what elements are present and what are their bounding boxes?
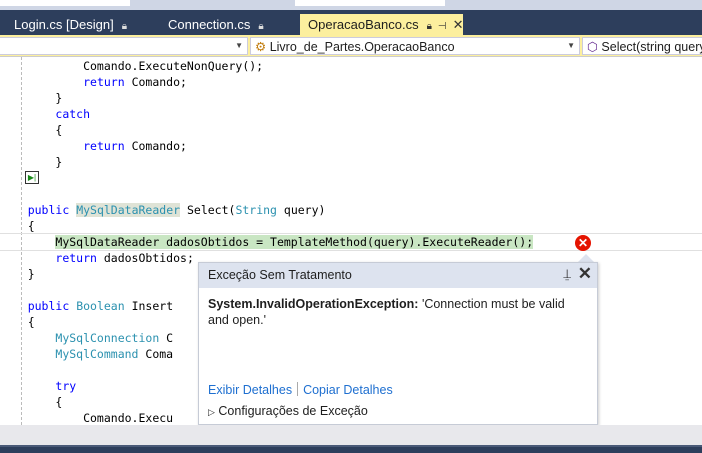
close-icon[interactable]: ✕ <box>453 17 464 32</box>
code-token: return <box>83 75 125 89</box>
code-token: } <box>0 267 35 281</box>
exception-message: System.InvalidOperationException: 'Conne… <box>199 288 597 328</box>
class-icon: ⚙ <box>255 40 267 54</box>
exception-type: System.InvalidOperationException: <box>208 297 419 311</box>
divider <box>297 382 299 396</box>
code-line: } <box>0 170 702 186</box>
tab-login-design[interactable]: Login.cs [Design] 🔒︎ <box>4 14 154 35</box>
code-token: MySqlConnection <box>55 331 160 345</box>
code-token: C <box>159 331 174 345</box>
member-dropdown[interactable]: ⬡ Select(string query) <box>582 37 702 55</box>
code-token: Coma <box>138 347 174 361</box>
code-token: } <box>0 91 63 105</box>
code-token: Comando.ExecuteNonQuery(); <box>0 59 264 73</box>
view-details-link[interactable]: Exibir Detalhes <box>208 383 292 397</box>
code-token: Comando; <box>124 75 187 89</box>
expand-triangle-icon: ▷ <box>208 407 215 417</box>
status-bar <box>0 445 702 453</box>
code-token: Insert <box>124 299 174 313</box>
tab-label: OperacaoBanco.cs <box>308 17 419 32</box>
code-token: MySqlDataReader <box>55 235 160 249</box>
code-line: { <box>0 218 702 234</box>
exception-title: Exceção Sem Tratamento <box>208 268 352 282</box>
chevron-down-icon: ▼ <box>567 41 575 50</box>
code-token: query) <box>276 203 326 217</box>
lock-icon[interactable]: 🔒︎ <box>427 21 432 32</box>
pin-icon[interactable]: ⍊ <box>563 266 571 282</box>
code-token: String <box>235 203 277 217</box>
toolbar-strip <box>0 0 702 10</box>
toolbar-search[interactable] <box>295 0 445 6</box>
code-line: MySqlDataReader dadosObtidos = TemplateM… <box>0 234 702 250</box>
code-token: return <box>55 251 97 265</box>
tab-label: Login.cs [Design] <box>14 17 114 32</box>
code-token: } <box>0 155 63 169</box>
horizontal-scrollbar[interactable] <box>0 425 702 445</box>
pin-icon[interactable]: ⊣ <box>438 21 447 32</box>
code-token: { <box>0 123 63 137</box>
code-line: { <box>0 122 702 138</box>
code-token: Select( <box>180 203 236 217</box>
exception-popup: Exceção Sem Tratamento ⍊ ✕ System.InvalidO… <box>198 262 598 425</box>
code-token: dadosObtidos; <box>96 251 194 265</box>
class-label: Livro_de_Partes.OperacaoBanco <box>269 40 455 54</box>
code-line: return Comando; <box>0 138 702 154</box>
code-line: Comando.ExecuteNonQuery(); <box>0 58 702 74</box>
project-dropdown[interactable]: ▼ <box>0 37 248 55</box>
code-token: dadosObtidos = TemplateMethod(query).Exe… <box>159 235 534 249</box>
exception-settings-label: Configurações de Exceção <box>218 404 368 418</box>
code-token: { <box>0 315 35 329</box>
code-token: MySqlDataReader <box>76 203 181 217</box>
copy-details-link[interactable]: Copiar Detalhes <box>303 383 393 397</box>
code-line: } <box>0 154 702 170</box>
error-icon[interactable]: ✕ <box>575 235 591 251</box>
code-token: Comando; <box>124 139 187 153</box>
code-token: catch <box>55 107 91 121</box>
chevron-down-icon: ▼ <box>235 41 243 50</box>
code-token: try <box>55 379 77 393</box>
method-icon: ⬡ <box>587 40 598 54</box>
class-dropdown[interactable]: ⚙ Livro_de_Partes.OperacaoBanco ▼ <box>250 37 580 55</box>
code-line: public MySqlDataReader Select(String que… <box>0 202 702 218</box>
code-token: MySqlCommand <box>55 347 139 361</box>
tab-connection[interactable]: Connection.cs 🔒︎ <box>158 14 298 35</box>
document-tabs: Login.cs [Design] 🔒︎ Connection.cs 🔒︎ Oper… <box>0 10 702 35</box>
code-token: public <box>27 299 70 313</box>
navigation-bar: ▼ ⚙ Livro_de_Partes.OperacaoBanco ▼ ⬡ Sel… <box>0 35 702 57</box>
code-token: public <box>27 203 70 217</box>
run-to-click-icon[interactable]: ▶| <box>25 171 39 184</box>
code-token: Comando.Execu <box>0 411 174 425</box>
tab-label: Connection.cs <box>168 17 251 32</box>
code-token: Boolean <box>76 299 125 313</box>
code-line: return Comando; <box>0 74 702 90</box>
code-token: { <box>0 219 35 233</box>
code-token: return <box>83 139 125 153</box>
lock-icon[interactable]: 🔒︎ <box>258 21 263 32</box>
code-line: catch <box>0 106 702 122</box>
code-line: } <box>0 90 702 106</box>
exception-header: Exceção Sem Tratamento ⍊ ✕ <box>199 263 597 288</box>
toolbar-field[interactable] <box>0 0 130 6</box>
exception-settings-toggle[interactable]: ▷ Configurações de Exceção <box>208 404 368 418</box>
code-token: { <box>0 395 63 409</box>
member-label: Select(string query) <box>601 40 702 54</box>
close-icon[interactable]: ✕ <box>578 264 592 284</box>
tab-operacaobanco[interactable]: OperacaoBanco.cs 🔒︎ ⊣ ✕ <box>300 14 464 35</box>
lock-icon[interactable]: 🔒︎ <box>122 21 127 32</box>
popup-pointer <box>578 254 594 262</box>
